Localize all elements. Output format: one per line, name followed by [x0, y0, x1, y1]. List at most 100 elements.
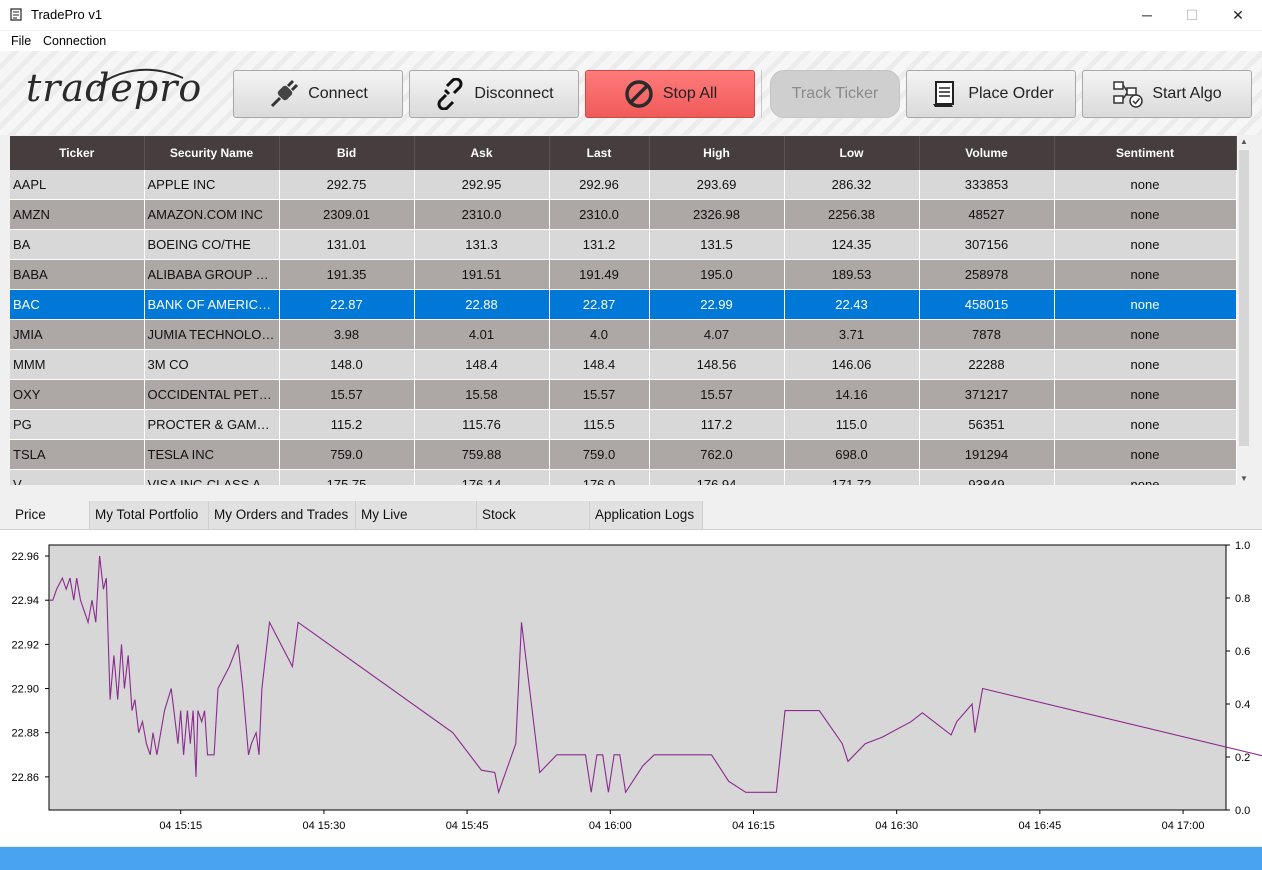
table-cell[interactable]: none: [1054, 379, 1237, 410]
table-row[interactable]: PG PROCTER & GAMBL... 115.2 115.76 115.5 117.…: [10, 409, 1237, 440]
column-header[interactable]: Last: [549, 136, 650, 170]
table-row[interactable]: OXY OCCIDENTAL PETRO... 15.57 15.58 15.57 15.…: [10, 379, 1237, 410]
table-cell[interactable]: none: [1054, 319, 1237, 350]
column-header[interactable]: Ticker: [10, 136, 145, 170]
table-cell[interactable]: 15.58: [414, 379, 550, 410]
table-cell[interactable]: none: [1054, 259, 1237, 290]
table-row[interactable]: MMM 3M CO 148.0 148.4 148.4 148.56 146.06 22288…: [10, 349, 1237, 380]
place-order-button[interactable]: Place Order: [906, 70, 1076, 118]
tab-application-logs[interactable]: Application Logs: [590, 501, 703, 529]
table-cell[interactable]: OXY: [10, 379, 145, 410]
start-algo-button[interactable]: Start Algo: [1082, 70, 1252, 118]
table-cell[interactable]: 22.99: [649, 289, 785, 320]
table-cell[interactable]: 3.98: [279, 319, 415, 350]
table-cell[interactable]: APPLE INC: [144, 170, 280, 200]
table-row[interactable]: AMZN AMAZON.COM INC 2309.01 2310.0 2310.0 232…: [10, 199, 1237, 230]
column-header[interactable]: Low: [784, 136, 920, 170]
table-cell[interactable]: 171.72: [784, 469, 920, 485]
table-cell[interactable]: 189.53: [784, 259, 920, 290]
table-cell[interactable]: 56351: [919, 409, 1055, 440]
table-cell[interactable]: none: [1054, 229, 1237, 260]
table-cell[interactable]: 22.43: [784, 289, 920, 320]
disconnect-button[interactable]: Disconnect: [409, 70, 579, 118]
table-cell[interactable]: BOEING CO/THE: [144, 229, 280, 260]
tab-my-total-portfolio[interactable]: My Total Portfolio: [90, 501, 209, 529]
table-cell[interactable]: 148.4: [414, 349, 550, 380]
table-row[interactable]: BAC BANK OF AMERICA ... 22.87 22.88 22.87 22.…: [10, 289, 1237, 320]
table-cell[interactable]: 22.87: [279, 289, 415, 320]
table-cell[interactable]: 115.2: [279, 409, 415, 440]
track-ticker-button[interactable]: Track Ticker: [770, 70, 900, 118]
table-cell[interactable]: TSLA: [10, 439, 145, 470]
table-row[interactable]: JMIA JUMIA TECHNOLOG... 3.98 4.01 4.0 4.07 3.7…: [10, 319, 1237, 350]
table-cell[interactable]: OCCIDENTAL PETRO...: [144, 379, 280, 410]
table-cell[interactable]: 15.57: [649, 379, 785, 410]
table-cell[interactable]: none: [1054, 349, 1237, 380]
table-row[interactable]: BABA ALIBABA GROUP HO... 191.35 191.51 191.4…: [10, 259, 1237, 290]
table-cell[interactable]: 22.87: [549, 289, 650, 320]
table-cell[interactable]: 2326.98: [649, 199, 785, 230]
table-cell[interactable]: PG: [10, 409, 145, 440]
table-cell[interactable]: 2310.0: [549, 199, 650, 230]
minimize-button[interactable]: ─: [1124, 0, 1170, 30]
table-cell[interactable]: BAC: [10, 289, 145, 320]
table-cell[interactable]: none: [1054, 170, 1237, 200]
table-cell[interactable]: 176.14: [414, 469, 550, 485]
table-cell[interactable]: 117.2: [649, 409, 785, 440]
table-cell[interactable]: 698.0: [784, 439, 920, 470]
column-header[interactable]: High: [649, 136, 785, 170]
table-row[interactable]: V VISA INC-CLASS A S... 175.75 176.14 176.0 1…: [10, 469, 1237, 485]
connect-button[interactable]: Connect: [233, 70, 403, 118]
table-cell[interactable]: 148.4: [549, 349, 650, 380]
table-cell[interactable]: BA: [10, 229, 145, 260]
table-cell[interactable]: VISA INC-CLASS A S...: [144, 469, 280, 485]
table-cell[interactable]: 3.71: [784, 319, 920, 350]
column-header[interactable]: Volume: [919, 136, 1055, 170]
table-cell[interactable]: 148.56: [649, 349, 785, 380]
table-cell[interactable]: 3M CO: [144, 349, 280, 380]
table-cell[interactable]: 286.32: [784, 170, 920, 200]
table-cell[interactable]: V: [10, 469, 145, 485]
table-cell[interactable]: none: [1054, 469, 1237, 485]
table-cell[interactable]: 15.57: [549, 379, 650, 410]
column-header[interactable]: Bid: [279, 136, 415, 170]
menu-file[interactable]: File: [11, 34, 31, 48]
table-cell[interactable]: 14.16: [784, 379, 920, 410]
table-cell[interactable]: 131.01: [279, 229, 415, 260]
table-cell[interactable]: PROCTER & GAMBL...: [144, 409, 280, 440]
table-cell[interactable]: 191.49: [549, 259, 650, 290]
column-header[interactable]: Security Name: [144, 136, 280, 170]
table-cell[interactable]: 93849: [919, 469, 1055, 485]
table-cell[interactable]: 124.35: [784, 229, 920, 260]
table-cell[interactable]: 2256.38: [784, 199, 920, 230]
table-cell[interactable]: 292.75: [279, 170, 415, 200]
table-cell[interactable]: 131.3: [414, 229, 550, 260]
table-cell[interactable]: 4.07: [649, 319, 785, 350]
table-cell[interactable]: BABA: [10, 259, 145, 290]
table-cell[interactable]: 48527: [919, 199, 1055, 230]
table-cell[interactable]: 307156: [919, 229, 1055, 260]
table-cell[interactable]: 759.0: [549, 439, 650, 470]
stop-all-button[interactable]: Stop All: [585, 70, 755, 118]
table-cell[interactable]: 191.51: [414, 259, 550, 290]
table-cell[interactable]: 4.0: [549, 319, 650, 350]
scroll-down-icon[interactable]: ▼: [1237, 473, 1251, 485]
tab-price-charts[interactable]: Price Charts: [10, 501, 90, 550]
table-cell[interactable]: ALIBABA GROUP HO...: [144, 259, 280, 290]
table-cell[interactable]: 2310.0: [414, 199, 550, 230]
maximize-button[interactable]: ☐: [1169, 0, 1215, 30]
table-cell[interactable]: 22288: [919, 349, 1055, 380]
table-cell[interactable]: 195.0: [649, 259, 785, 290]
table-cell[interactable]: 293.69: [649, 170, 785, 200]
table-cell[interactable]: AMAZON.COM INC: [144, 199, 280, 230]
table-row[interactable]: AAPL APPLE INC 292.75 292.95 292.96 293.69 286…: [10, 170, 1237, 200]
table-cell[interactable]: 176.0: [549, 469, 650, 485]
table-cell[interactable]: BANK OF AMERICA ...: [144, 289, 280, 320]
table-cell[interactable]: 175.75: [279, 469, 415, 485]
column-header[interactable]: Sentiment: [1054, 136, 1237, 170]
table-cell[interactable]: 759.0: [279, 439, 415, 470]
table-cell[interactable]: none: [1054, 439, 1237, 470]
table-cell[interactable]: 2309.01: [279, 199, 415, 230]
table-cell[interactable]: 762.0: [649, 439, 785, 470]
table-cell[interactable]: 333853: [919, 170, 1055, 200]
